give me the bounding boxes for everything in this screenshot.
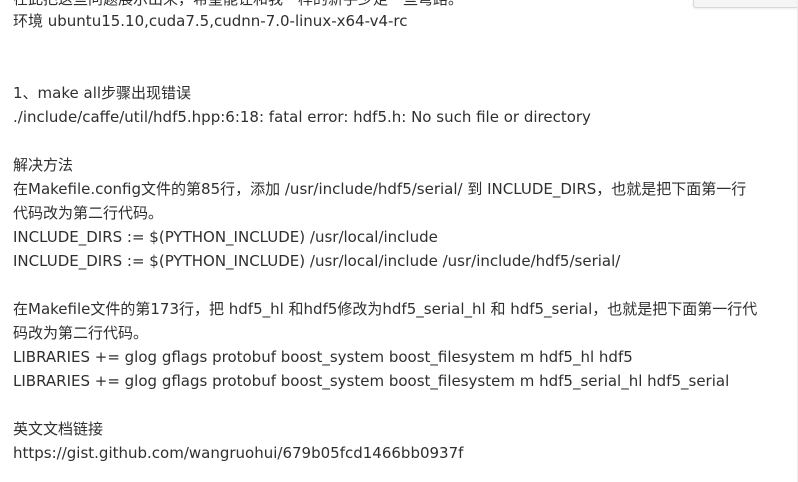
floating-toolbar-edge[interactable] <box>693 0 798 8</box>
fix2-text-line1: 在Makefile文件的第173行，把 hdf5_hl 和hdf5修改为hdf5… <box>13 300 758 318</box>
code-libraries-after: LIBRARIES += glog gflags protobuf boost_… <box>13 372 730 390</box>
fix1-text-line2: 代码改为第二行代码。 <box>13 204 164 222</box>
solution-heading: 解决方法 <box>13 156 74 174</box>
environment-line: 环境 ubuntu15.10,cuda7.5,cudnn-7.0-linux-x… <box>13 12 408 30</box>
code-include-after: INCLUDE_DIRS := $(PYTHON_INCLUDE) /usr/l… <box>13 252 621 270</box>
step-heading: 1、make all步骤出现错误 <box>13 84 192 102</box>
doc-link-heading: 英文文档链接 <box>13 420 104 438</box>
code-include-before: INCLUDE_DIRS := $(PYTHON_INCLUDE) /usr/l… <box>13 228 438 246</box>
doc-link[interactable]: https://gist.github.com/wangruohui/679b0… <box>13 441 463 465</box>
fix2-text-line2: 码改为第二行代码。 <box>13 324 149 342</box>
code-libraries-before: LIBRARIES += glog gflags protobuf boost_… <box>13 348 633 366</box>
fix1-text-line1: 在Makefile.config文件的第85行，添加 /usr/include/… <box>13 180 747 198</box>
error-message: ./include/caffe/util/hdf5.hpp:6:18: fata… <box>13 108 591 126</box>
